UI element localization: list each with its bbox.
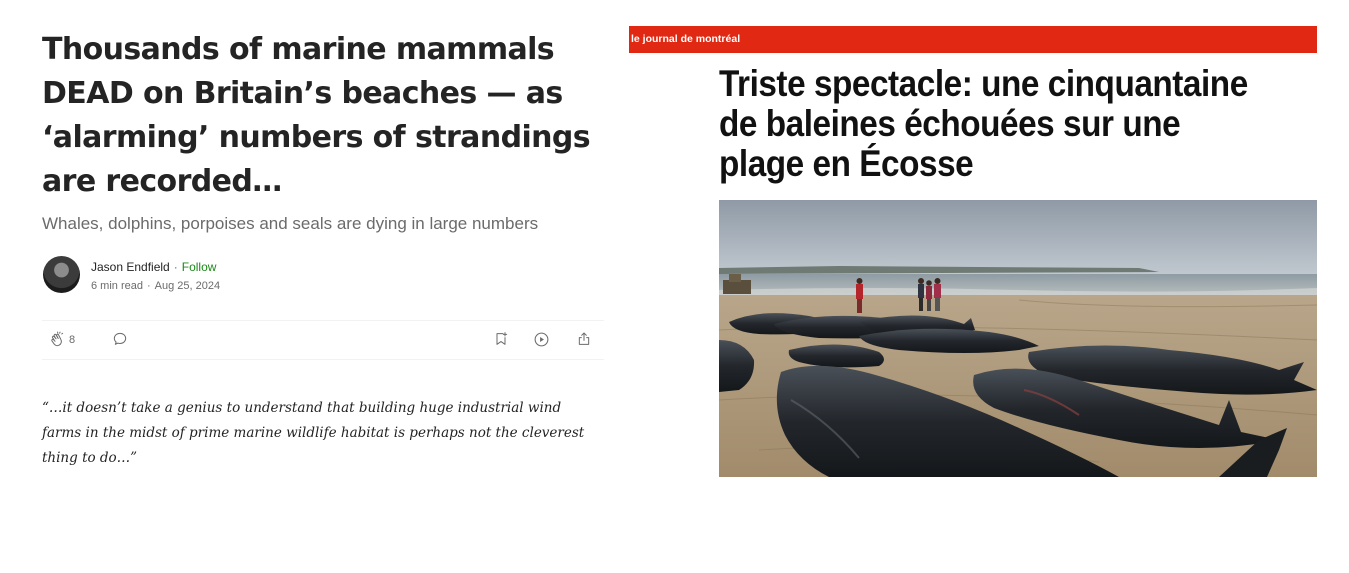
article-pull-quote: “…it doesn’t take a genius to understand… <box>42 400 585 466</box>
author-meta: Jason Endfield · Follow 6 min read · Aug 25,… <box>91 259 220 294</box>
bookmark-icon <box>493 331 509 347</box>
author-avatar[interactable] <box>43 256 80 293</box>
article-subtitle: Whales, dolphins, porpoises and seals ar… <box>42 214 539 233</box>
article-headline: Thousands of marine mammals DEAD on Brit… <box>42 32 591 199</box>
publish-date: Aug 25, 2024 <box>154 280 221 292</box>
author-name[interactable]: Jason Endfield <box>91 260 170 274</box>
follow-button[interactable]: Follow <box>182 260 217 274</box>
separator-dot: · <box>173 260 178 274</box>
clap-button[interactable]: 8 <box>49 331 75 348</box>
author-row: Jason Endfield · Follow 6 min read · Aug 25,… <box>42 256 617 296</box>
clap-icon <box>49 331 66 348</box>
read-time: 6 min read <box>91 280 143 292</box>
share-button[interactable] <box>576 331 592 347</box>
journal-brand-bar: le journal de montréal <box>629 26 1317 53</box>
listen-button[interactable] <box>533 331 550 348</box>
separator-dot: · <box>146 280 151 292</box>
share-icon <box>576 331 592 347</box>
comment-icon <box>112 331 128 347</box>
medium-article: Thousands of marine mammals DEAD on Brit… <box>42 28 617 471</box>
stranded-whales-photo <box>718 200 1318 477</box>
play-icon <box>533 331 550 348</box>
comment-button[interactable] <box>112 331 128 347</box>
journal-headline: Triste spectacle: une cinquantaine de ba… <box>719 63 1248 184</box>
clap-count: 8 <box>69 333 76 346</box>
bookmark-button[interactable] <box>493 331 509 347</box>
journal-logo-text[interactable]: le journal de montréal <box>631 33 740 45</box>
article-action-bar: 8 <box>42 320 604 360</box>
